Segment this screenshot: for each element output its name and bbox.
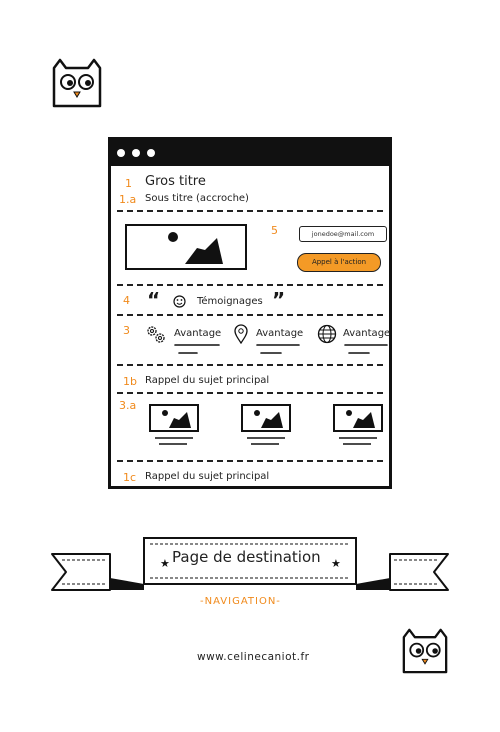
hero-image-placeholder bbox=[125, 224, 247, 270]
advantage-label: Avantage bbox=[256, 328, 304, 339]
cta-button[interactable]: Appel à l'action bbox=[297, 253, 381, 272]
divider bbox=[117, 284, 383, 286]
window-dot bbox=[132, 149, 140, 157]
cat-mascot-icon bbox=[402, 628, 448, 674]
reminder-text: Rappel du sujet principal bbox=[145, 471, 270, 482]
section-number: 5 bbox=[271, 224, 278, 237]
testimonials-label: Témoignages bbox=[197, 296, 263, 307]
divider bbox=[117, 392, 383, 394]
mockup-subtitle: Sous titre (accroche) bbox=[145, 193, 249, 204]
window-title-bar bbox=[111, 140, 389, 166]
divider bbox=[117, 210, 383, 212]
image-placeholder-icon bbox=[149, 404, 199, 445]
section-number: 1.a bbox=[119, 193, 137, 206]
globe-icon bbox=[317, 324, 337, 344]
gears-icon bbox=[147, 326, 165, 343]
image-placeholder-icon bbox=[241, 404, 291, 445]
divider bbox=[117, 314, 383, 316]
advantage-text-lines bbox=[174, 344, 388, 354]
image-placeholder-icon bbox=[333, 404, 383, 445]
email-field[interactable]: jonedoe@mail.com bbox=[299, 226, 387, 242]
section-number: 1c bbox=[123, 471, 137, 484]
window-dot bbox=[117, 149, 125, 157]
divider bbox=[117, 364, 383, 366]
star-icon: ★ bbox=[160, 557, 170, 570]
section-number: 1 bbox=[125, 177, 132, 190]
section-number: 4 bbox=[123, 294, 130, 307]
cat-mascot-icon bbox=[52, 58, 102, 108]
star-icon: ★ bbox=[331, 557, 341, 570]
section-number: 3.a bbox=[119, 399, 137, 412]
open-quote: “ bbox=[147, 288, 161, 312]
section-number: 3 bbox=[123, 324, 130, 337]
advantage-label: Avantage bbox=[174, 328, 222, 339]
ribbon-banner: ★ ★ bbox=[51, 537, 449, 591]
advantage-label: Avantage bbox=[343, 328, 391, 339]
smiley-icon bbox=[173, 295, 186, 308]
map-pin-icon bbox=[234, 324, 248, 345]
window-dot bbox=[147, 149, 155, 157]
section-number: 1b bbox=[123, 375, 137, 388]
banner-title: Page de destination bbox=[172, 548, 321, 566]
landing-page-mockup: 1 Gros titre 1.a Sous titre (accroche) 2… bbox=[108, 137, 392, 489]
reminder-text: Rappel du sujet principal bbox=[145, 375, 270, 386]
website-link[interactable]: www.celinecaniot.fr bbox=[197, 651, 310, 663]
banner-subtitle: -NAVIGATION- bbox=[200, 596, 281, 607]
divider bbox=[117, 460, 383, 462]
close-quote: ” bbox=[272, 288, 286, 312]
mockup-title: Gros titre bbox=[145, 174, 206, 189]
